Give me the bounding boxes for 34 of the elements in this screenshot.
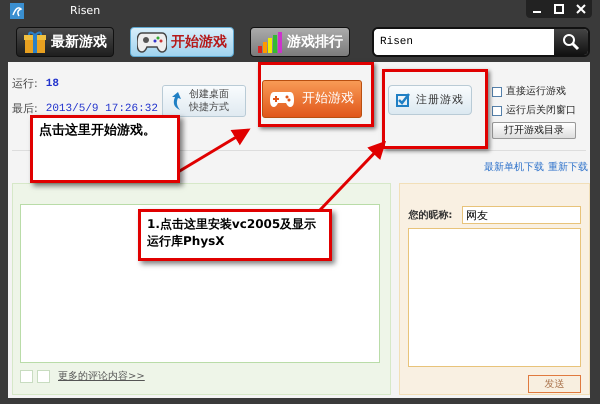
maximize-icon [554, 4, 564, 14]
arrow [318, 140, 386, 212]
annotation-callout: 1.点击这里安装vc2005及显示运行库PhysX [138, 209, 332, 261]
nickname-label: 您的昵称: [408, 208, 452, 222]
open-folder-button[interactable]: 打开游戏目录 [492, 122, 576, 139]
download-link[interactable]: 最新单机下载 [484, 160, 544, 183]
annotation-callout: 点击这里开始游戏。 [30, 115, 180, 183]
option-label: 运行后关闭窗口 [506, 104, 576, 118]
bar-chart-icon [257, 31, 283, 53]
more-comments-link[interactable]: 更多的评论内容>> [58, 369, 145, 384]
search-icon [562, 33, 580, 51]
checkbox[interactable] [492, 106, 502, 116]
checkbox[interactable] [492, 86, 502, 96]
download-link[interactable]: 重新下载 [548, 160, 588, 183]
create-shortcut-button[interactable]: 创建桌面 快捷方式 [162, 85, 246, 117]
close-icon [576, 4, 586, 14]
nav-tab[interactable]: 开始游戏 [130, 27, 234, 57]
stat-value: 2013/5/9 17:26:32 [46, 102, 158, 116]
stat-label: 最后: [12, 100, 38, 116]
gamepad-icon [270, 91, 294, 107]
register-game-button[interactable]: 注册游戏 [388, 85, 472, 115]
stat-label: 运行: [12, 76, 38, 92]
window-title: Risen [70, 3, 100, 19]
search-button[interactable] [554, 29, 588, 55]
nav-tab[interactable]: 最新游戏 [16, 27, 114, 57]
gamepad-icon [137, 31, 167, 53]
option-label: 直接运行游戏 [506, 84, 566, 99]
gift-box-icon [23, 30, 47, 54]
stat-value: 18 [46, 77, 59, 92]
nickname-field[interactable]: 网友 [462, 206, 581, 224]
send-button[interactable]: 发送 [528, 375, 581, 393]
search-field[interactable]: Risen [372, 27, 590, 57]
checkmark-icon [396, 93, 410, 107]
app-icon [10, 3, 24, 19]
